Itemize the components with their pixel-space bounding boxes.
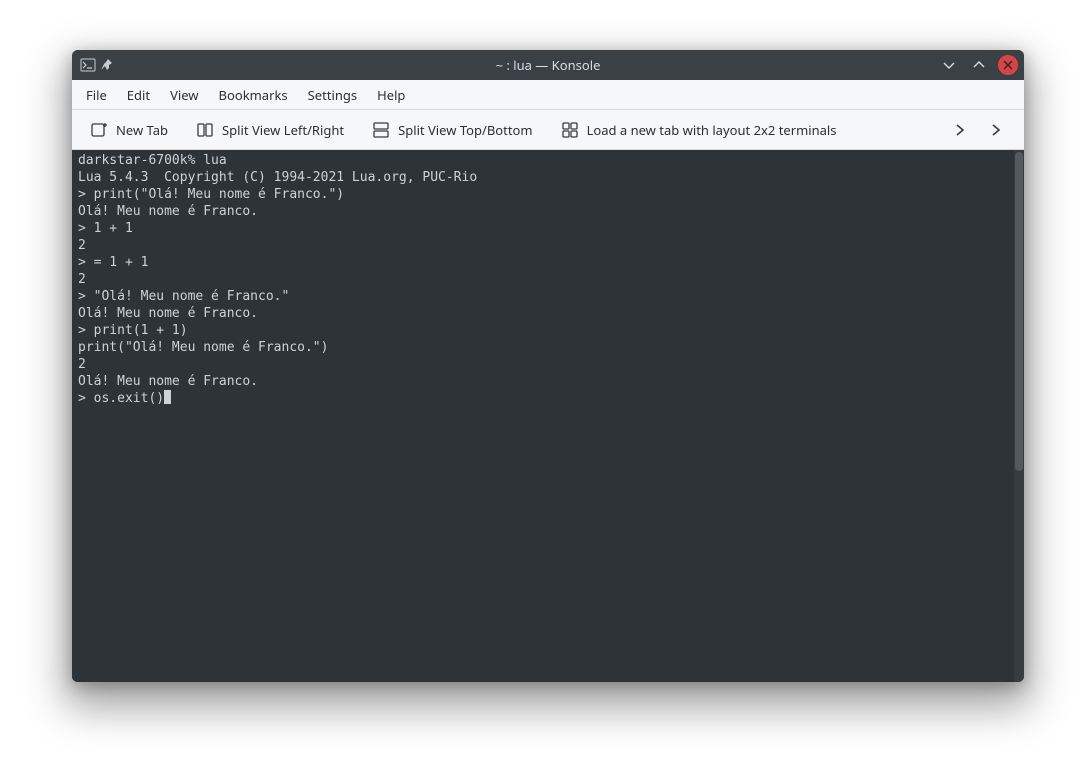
layout-2x2-button[interactable]: Load a new tab with layout 2x2 terminals xyxy=(555,117,843,143)
menubar: File Edit View Bookmarks Settings Help xyxy=(72,80,1024,110)
new-tab-button[interactable]: New Tab xyxy=(84,117,174,143)
split-tb-label: Split View Top/Bottom xyxy=(398,121,532,139)
new-tab-icon xyxy=(90,121,108,139)
toolbar: New Tab Split View Left/Right Split View… xyxy=(72,110,1024,150)
terminal-area: darkstar-6700k% lua Lua 5.4.3 Copyright … xyxy=(72,150,1024,682)
grid-2x2-icon xyxy=(561,121,579,139)
scrollbar-thumb[interactable] xyxy=(1015,152,1023,471)
konsole-window: ~ : lua — Konsole File Edit View Bookmar… xyxy=(72,50,1024,682)
titlebar: ~ : lua — Konsole xyxy=(72,50,1024,80)
minimize-button[interactable] xyxy=(938,54,960,76)
terminal[interactable]: darkstar-6700k% lua Lua 5.4.3 Copyright … xyxy=(72,150,1014,682)
cursor xyxy=(164,390,171,404)
menu-view[interactable]: View xyxy=(170,86,198,104)
split-lr-icon xyxy=(196,121,214,139)
layout-2x2-label: Load a new tab with layout 2x2 terminals xyxy=(587,121,837,139)
app-menu-icon[interactable] xyxy=(80,57,96,73)
scrollbar[interactable] xyxy=(1014,150,1024,682)
close-button[interactable] xyxy=(998,55,1018,75)
menu-file[interactable]: File xyxy=(86,86,107,104)
window-title: ~ : lua — Konsole xyxy=(72,56,1024,74)
toolbar-next-chevron-icon[interactable] xyxy=(988,122,1004,138)
menu-settings[interactable]: Settings xyxy=(308,86,357,104)
split-lr-label: Split View Left/Right xyxy=(222,121,344,139)
menu-edit[interactable]: Edit xyxy=(127,86,150,104)
maximize-button[interactable] xyxy=(968,54,990,76)
menu-bookmarks[interactable]: Bookmarks xyxy=(219,86,288,104)
split-tb-icon xyxy=(372,121,390,139)
new-tab-label: New Tab xyxy=(116,121,168,139)
pin-icon[interactable] xyxy=(100,58,114,72)
split-left-right-button[interactable]: Split View Left/Right xyxy=(190,117,350,143)
menu-help[interactable]: Help xyxy=(377,86,405,104)
split-top-bottom-button[interactable]: Split View Top/Bottom xyxy=(366,117,538,143)
toolbar-overflow-chevron-icon[interactable] xyxy=(952,122,968,138)
